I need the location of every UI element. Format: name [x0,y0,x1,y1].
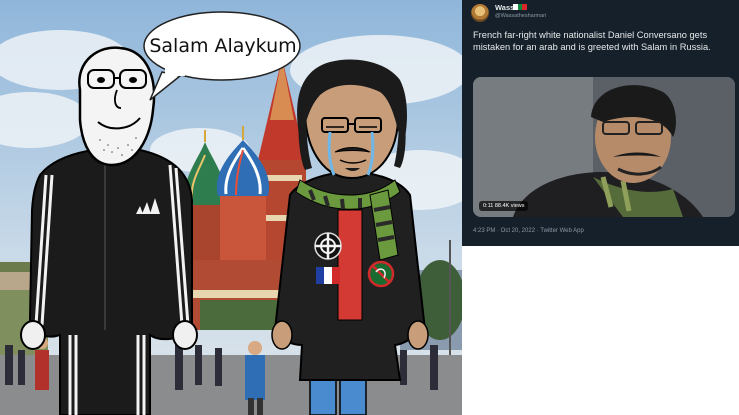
tweet-display-name[interactable]: Wass [495,3,514,12]
flag-emoji-icon [513,4,528,10]
meme-illustration [0,0,462,415]
tweet-card: Wass @Wassathesharmari French far-right … [462,0,739,246]
video-duration-views-badge: 0:11 88.4K views [479,201,529,211]
avatar[interactable] [471,4,489,22]
flag-stripe-red [522,4,528,10]
french-flag-patch-icon [316,267,340,284]
tweet-text: French far-right white nationalist Danie… [473,30,711,52]
celtic-cross-patch-icon [314,232,342,260]
speech-bubble-text: Salam Alaykum [149,35,297,57]
tweet-video[interactable]: 0:11 88.4K views [473,77,735,217]
meme-image: Salam Alaykum [0,0,462,415]
tweet-timestamp[interactable]: 4:23 PM · Oct 20, 2022 · Twitter Web App [473,228,584,234]
video-thumbnail [473,77,735,217]
prohibition-patch-icon [367,260,395,288]
tweet-handle[interactable]: @Wassathesharmari [495,13,546,19]
